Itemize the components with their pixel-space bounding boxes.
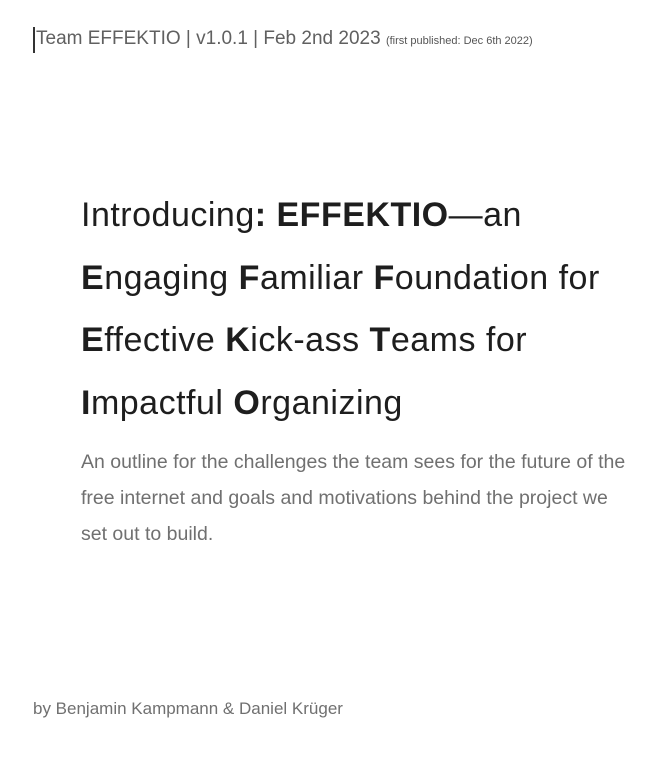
header-version-info: Team EFFEKTIO | v1.0.1 | Feb 2nd 2023 bbox=[36, 28, 381, 49]
title-text: ick-ass bbox=[250, 321, 370, 359]
title-text: amiliar bbox=[259, 258, 374, 297]
title-initial: F bbox=[238, 258, 260, 297]
header-publish-note: (first published: Dec 6th 2022) bbox=[385, 35, 533, 47]
title-text: mpactful bbox=[90, 383, 234, 422]
title-initial: T bbox=[369, 321, 391, 359]
title-line: Introducing: EFFEKTIO—an bbox=[81, 184, 641, 247]
title-text: —an bbox=[448, 196, 522, 234]
author-byline: by Benjamin Kampmann & Daniel Krüger bbox=[33, 699, 343, 718]
title-initial: E bbox=[81, 258, 105, 297]
title-initial: F bbox=[373, 258, 395, 297]
document-title: Introducing: EFFEKTIO—an Engaging Famili… bbox=[81, 184, 641, 434]
title-text: ffective bbox=[104, 321, 226, 359]
title-initial: : EFFEKTIO bbox=[254, 196, 449, 234]
title-line: Impactful Organizing bbox=[81, 372, 641, 435]
title-line: Engaging Familiar Foundation for bbox=[81, 247, 641, 310]
title-initial: I bbox=[81, 383, 91, 422]
title-text: Introducing bbox=[81, 196, 255, 234]
title-initial: E bbox=[81, 321, 105, 359]
title-text: ngaging bbox=[104, 258, 239, 297]
title-text: eams for bbox=[390, 321, 528, 359]
title-text: rganizing bbox=[260, 383, 403, 422]
title-text: oundation for bbox=[394, 258, 600, 297]
title-initial: O bbox=[233, 383, 261, 422]
title-line: Effective Kick-ass Teams for bbox=[81, 309, 641, 372]
title-initial: K bbox=[225, 321, 251, 359]
document-header: Team EFFEKTIO | v1.0.1 | Feb 2nd 2023 (f… bbox=[33, 27, 533, 53]
document-subtitle: An outline for the challenges the team s… bbox=[81, 451, 626, 545]
